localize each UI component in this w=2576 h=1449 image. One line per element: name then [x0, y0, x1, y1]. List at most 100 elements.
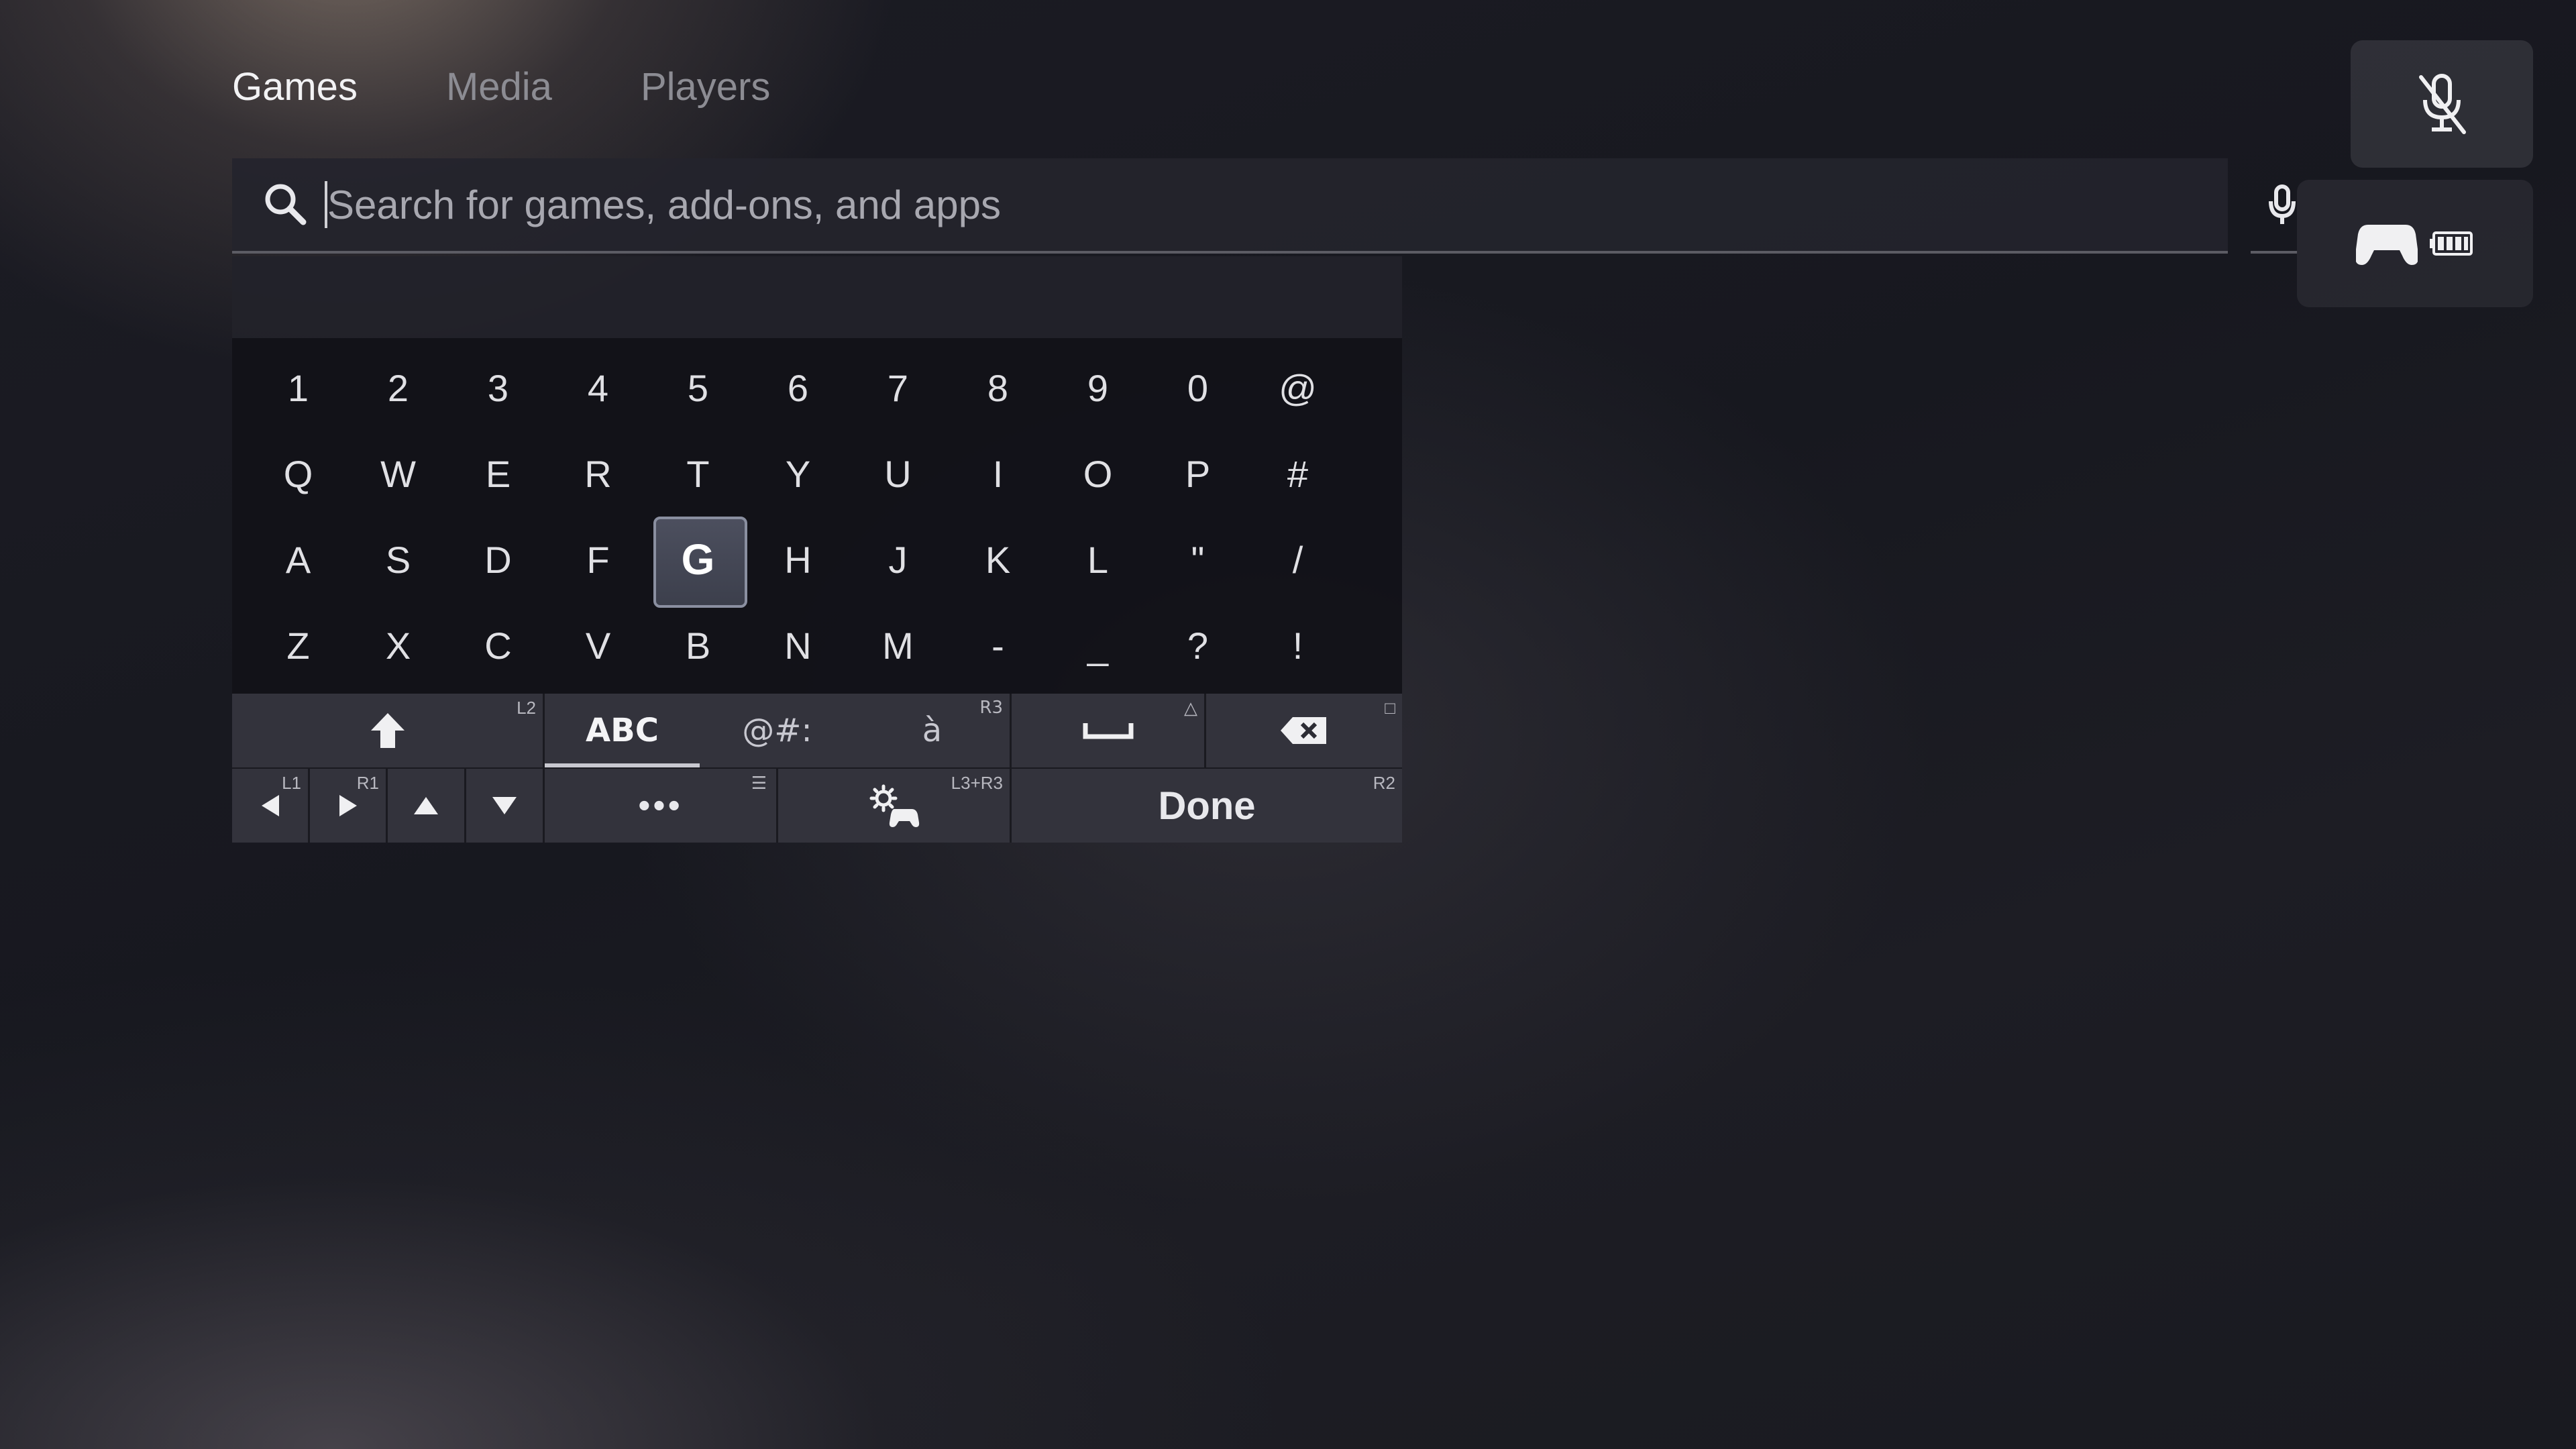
key-u[interactable]: U [848, 431, 948, 517]
key-i[interactable]: I [948, 431, 1048, 517]
accent-hint: R3 [979, 698, 1003, 718]
key-question[interactable]: ? [1148, 602, 1248, 688]
key-t[interactable]: T [648, 431, 748, 517]
keyboard-suggestion-bar [232, 256, 1402, 338]
triangle-down-icon [492, 797, 517, 814]
battery-icon [2430, 231, 2473, 256]
mode-symbols[interactable]: @#: [700, 694, 855, 767]
key-5[interactable]: 5 [648, 345, 748, 431]
key-p[interactable]: P [1148, 431, 1248, 517]
key-0[interactable]: 0 [1148, 345, 1248, 431]
triangle-up-icon [414, 797, 438, 814]
controller-settings-hint: L3+R3 [951, 773, 1003, 793]
key-2[interactable]: 2 [348, 345, 448, 431]
gear-controller-icon [869, 784, 919, 827]
key-9[interactable]: 9 [1048, 345, 1148, 431]
input-mode-group: ABC @#: à R3 [545, 694, 1012, 767]
on-screen-keyboard: 1 2 3 4 5 6 7 8 9 0 @ Q W E R T Y U I O … [232, 256, 1402, 844]
controller-settings-key[interactable]: L3+R3 [778, 769, 1012, 843]
key-y[interactable]: Y [748, 431, 848, 517]
key-m[interactable]: M [848, 602, 948, 688]
key-g-focused[interactable]: G [648, 517, 748, 608]
cursor-left-hint: L1 [282, 773, 301, 793]
key-slash[interactable]: / [1248, 517, 1348, 602]
tab-players[interactable]: Players [641, 64, 770, 109]
cursor-right-key[interactable]: R1 [310, 769, 388, 843]
key-d[interactable]: D [448, 517, 548, 602]
keyboard-function-row-2: L1 R1 ••• ☰ L3+R3 Done R2 [232, 767, 1402, 843]
key-hash[interactable]: # [1248, 431, 1348, 517]
tab-media[interactable]: Media [446, 64, 552, 109]
keyboard-row-qwerty: Q W E R T Y U I O P # [232, 431, 1402, 517]
key-quote[interactable]: " [1148, 517, 1248, 602]
key-o[interactable]: O [1048, 431, 1148, 517]
space-key[interactable]: △ [1012, 694, 1206, 767]
search-icon [265, 184, 307, 225]
triangle-left-icon [261, 795, 279, 816]
key-f[interactable]: F [548, 517, 648, 602]
cursor-up-key[interactable] [388, 769, 466, 843]
key-a[interactable]: A [248, 517, 348, 602]
voice-search-button[interactable] [2251, 158, 2298, 254]
key-4[interactable]: 4 [548, 345, 648, 431]
key-8[interactable]: 8 [948, 345, 1048, 431]
key-h[interactable]: H [748, 517, 848, 602]
space-hint: △ [1184, 698, 1197, 718]
key-1[interactable]: 1 [248, 345, 348, 431]
cursor-left-key[interactable]: L1 [232, 769, 310, 843]
done-hint: R2 [1373, 773, 1395, 793]
tab-games[interactable]: Games [232, 64, 358, 109]
key-at[interactable]: @ [1248, 345, 1348, 431]
key-b[interactable]: B [648, 602, 748, 688]
shift-key[interactable]: L2 [232, 694, 545, 767]
mic-muted-icon [2419, 74, 2466, 134]
keyboard-row-numbers: 1 2 3 4 5 6 7 8 9 0 @ [232, 345, 1402, 431]
key-e[interactable]: E [448, 431, 548, 517]
keyboard-function-row-1: L2 ABC @#: à R3 △ □ [232, 694, 1402, 767]
keyboard-keys: 1 2 3 4 5 6 7 8 9 0 @ Q W E R T Y U I O … [232, 338, 1402, 694]
key-x[interactable]: X [348, 602, 448, 688]
mode-abc[interactable]: ABC [545, 694, 700, 767]
key-z[interactable]: Z [248, 602, 348, 688]
key-3[interactable]: 3 [448, 345, 548, 431]
backspace-icon [1281, 717, 1326, 744]
controller-icon [2356, 225, 2418, 265]
key-j[interactable]: J [848, 517, 948, 602]
key-hyphen[interactable]: - [948, 602, 1048, 688]
voice-search-underline [2251, 251, 2298, 254]
more-options-key[interactable]: ••• ☰ [545, 769, 778, 843]
key-l[interactable]: L [1048, 517, 1148, 602]
shift-hint: L2 [517, 698, 536, 718]
key-underscore[interactable]: _ [1048, 602, 1148, 688]
space-icon [1083, 723, 1133, 739]
search-bar[interactable] [232, 158, 2228, 254]
key-v[interactable]: V [548, 602, 648, 688]
key-c[interactable]: C [448, 602, 548, 688]
controller-status[interactable] [2297, 180, 2533, 307]
keyboard-function-rows: L2 ABC @#: à R3 △ □ L1 R1 ••• ☰ L3+R3 Do… [232, 694, 1402, 843]
search-tabs: Games Media Players [232, 64, 859, 109]
options-hint: ☰ [751, 773, 769, 793]
key-k[interactable]: K [948, 517, 1048, 602]
key-r[interactable]: R [548, 431, 648, 517]
key-6[interactable]: 6 [748, 345, 848, 431]
search-input[interactable] [325, 181, 2228, 228]
key-s[interactable]: S [348, 517, 448, 602]
key-g-label: G [681, 535, 715, 584]
backspace-key[interactable]: □ [1206, 694, 1402, 767]
mic-icon [2269, 184, 2296, 224]
cursor-down-key[interactable] [466, 769, 545, 843]
key-exclamation[interactable]: ! [1248, 602, 1348, 688]
more-options-label: ••• [638, 786, 683, 825]
mic-mute-status[interactable] [2351, 40, 2533, 168]
key-n[interactable]: N [748, 602, 848, 688]
key-w[interactable]: W [348, 431, 448, 517]
key-7[interactable]: 7 [848, 345, 948, 431]
keyboard-row-asdf: A S D F G H J K L " / [232, 517, 1402, 608]
done-button[interactable]: Done R2 [1012, 769, 1402, 843]
done-label: Done [1158, 784, 1256, 828]
key-q[interactable]: Q [248, 431, 348, 517]
cursor-right-hint: R1 [356, 773, 379, 793]
backspace-hint: □ [1385, 698, 1395, 718]
triangle-right-icon [339, 795, 357, 816]
